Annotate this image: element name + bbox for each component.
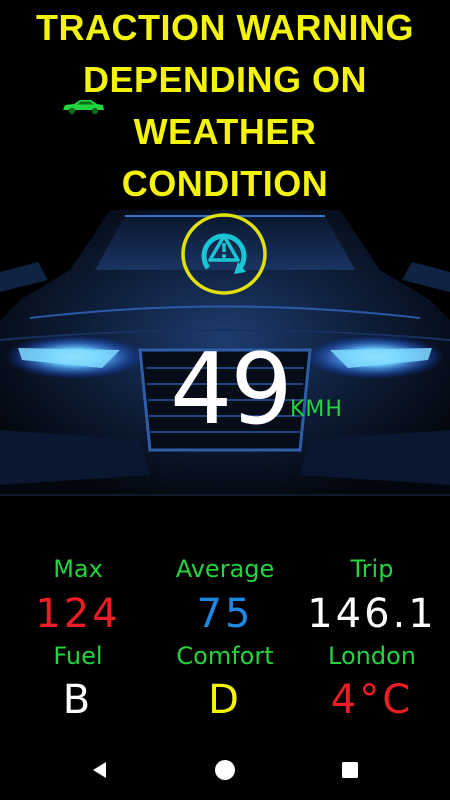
nav-home-button[interactable] (195, 740, 255, 800)
trip-value[interactable]: 146.1 (297, 591, 447, 637)
traction-warning-icon[interactable] (180, 212, 268, 296)
average-value: 75 (196, 591, 254, 637)
temperature-value: 4°C (330, 677, 414, 723)
car-icon (63, 100, 104, 115)
fuel-label: Fuel (53, 642, 103, 670)
location-label: London (328, 642, 416, 670)
recents-square-icon (342, 762, 358, 778)
average-label: Average (175, 555, 275, 583)
back-triangle-icon (93, 762, 106, 778)
nav-back-button[interactable] (70, 740, 130, 800)
max-value: 124 (35, 591, 121, 637)
fuel-value: B (62, 677, 94, 723)
speed-unit: KMH (290, 397, 343, 422)
home-circle-icon (215, 760, 235, 780)
max-label: Max (53, 555, 103, 583)
comfort-value: D (208, 677, 242, 723)
comfort-label: Comfort (176, 642, 274, 670)
speed-value: 49 (170, 333, 293, 447)
headline-line-1: TRACTION WARNING (36, 7, 414, 48)
trip-label: Trip (350, 555, 394, 583)
navigation-bar (0, 740, 450, 800)
nav-recents-button[interactable] (320, 740, 380, 800)
